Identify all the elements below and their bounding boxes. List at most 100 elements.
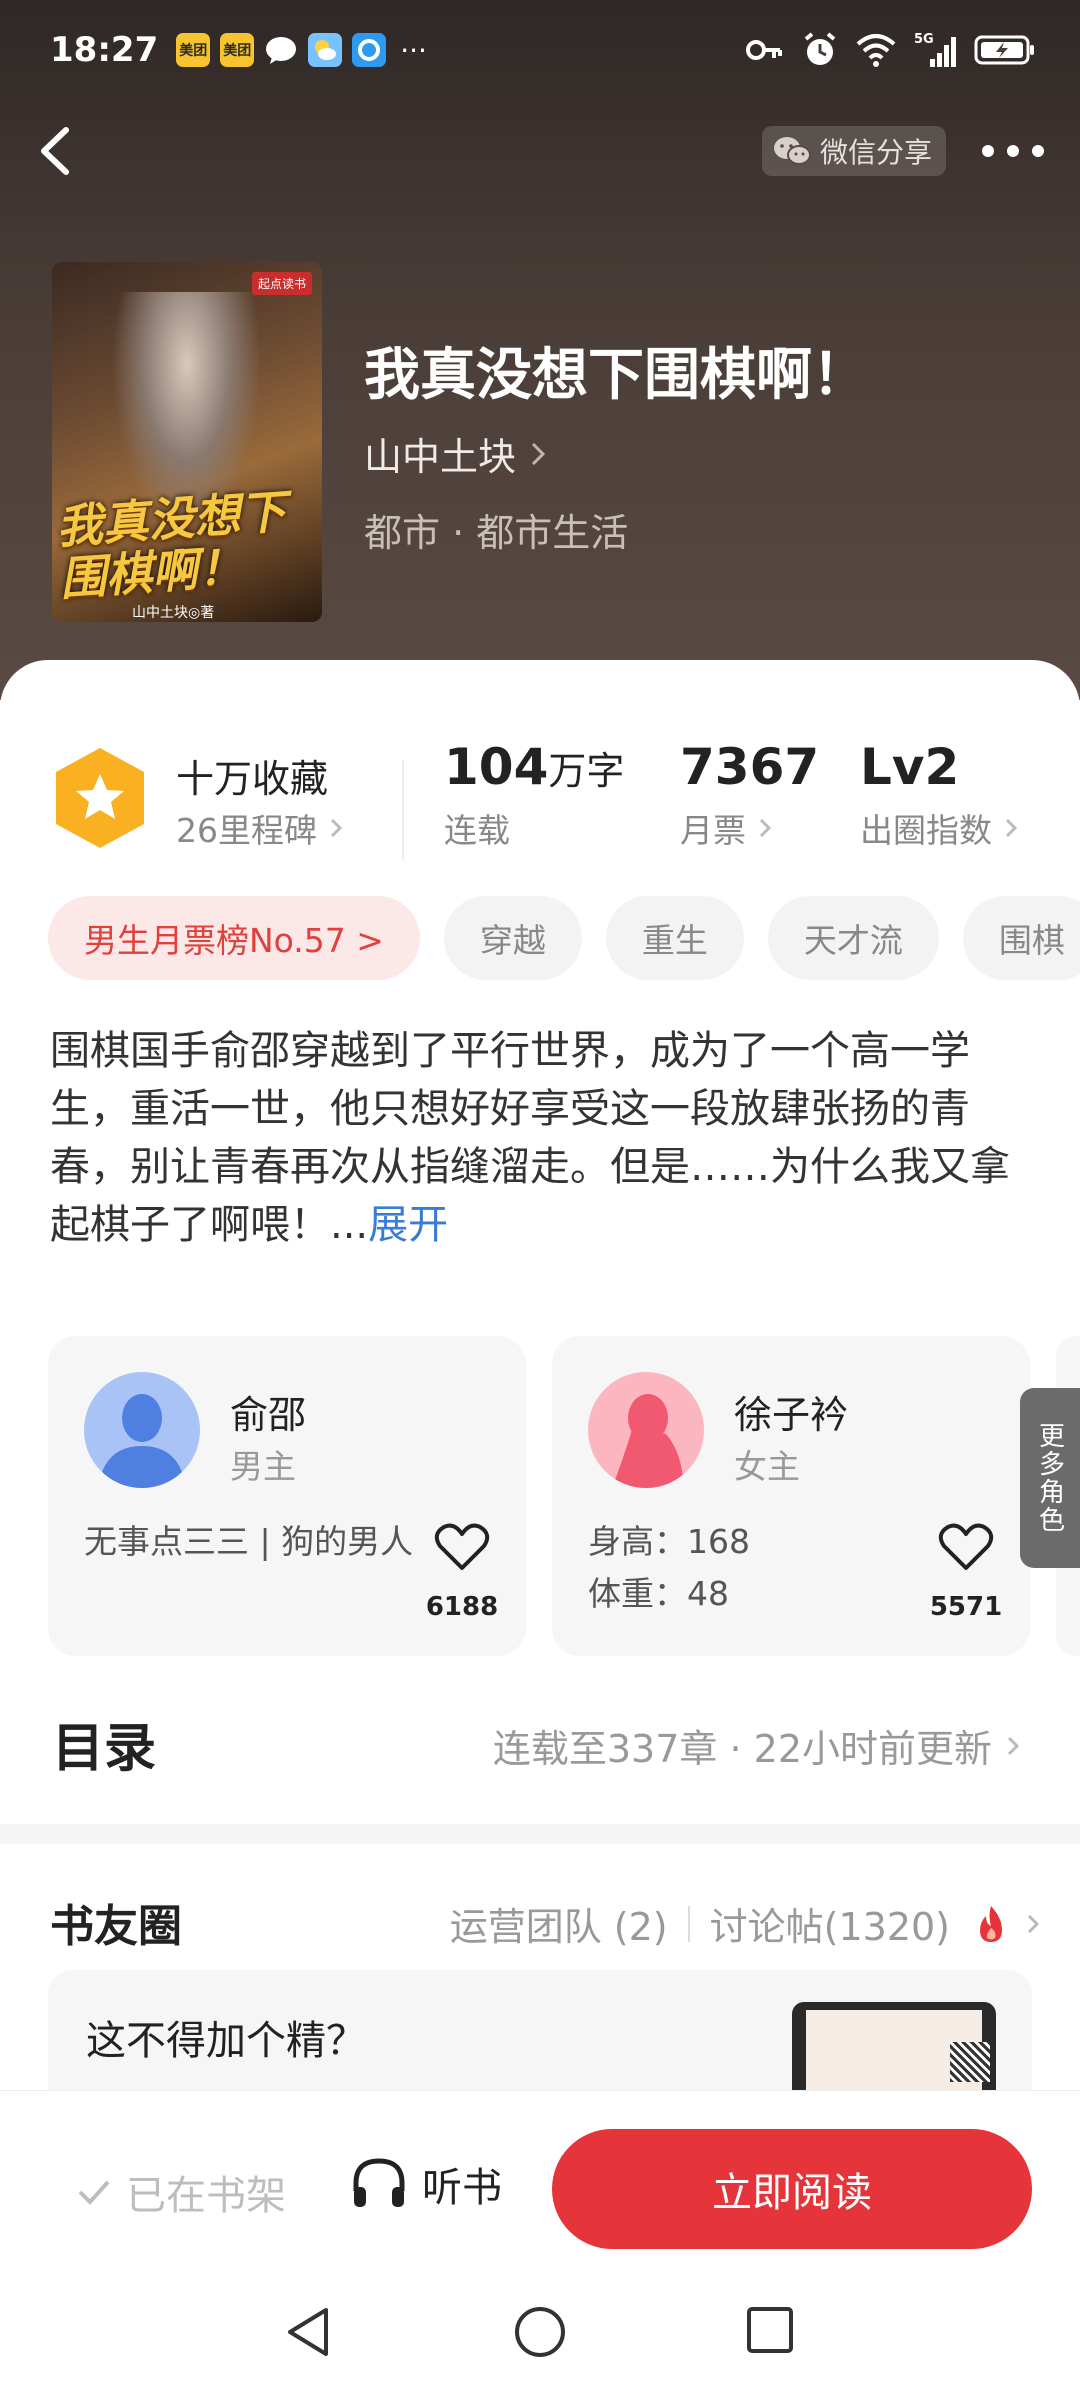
wifi-icon (856, 34, 896, 67)
character-role: 男主 (230, 1447, 296, 1486)
book-circle-header[interactable]: 书友圈 运营团队 (2) 讨论帖(1320) (0, 1890, 1080, 1970)
key-icon (746, 40, 782, 60)
more-characters-button[interactable]: 更多角色 (1020, 1388, 1080, 1568)
back-arrow-icon[interactable] (30, 118, 86, 184)
book-genre: 都市 · 都市生活 (364, 511, 629, 555)
wechat-share-label: 微信分享 (820, 136, 933, 169)
character-card[interactable]: 俞邵 男主 无事点三三 | 狗的男人 6188 (48, 1336, 526, 1656)
tag-chip[interactable]: 重生 (605, 896, 744, 980)
home-circle-icon[interactable] (512, 2304, 568, 2360)
stats-divider (402, 760, 404, 860)
tag-chip[interactable]: 围棋 (962, 896, 1080, 980)
tag-chip[interactable]: 天才流 (767, 896, 939, 980)
status-bar: 18:27 美团 美团 ··· 5G (0, 0, 1080, 100)
status-right: 5G (744, 30, 1036, 70)
rank-tag[interactable]: 男生月票榜No.57 > (48, 896, 420, 980)
status-time: 18:27 (50, 30, 159, 70)
meituan-icon: 美团 (176, 33, 211, 67)
wechat-share-button[interactable]: 微信分享 (762, 126, 946, 176)
chevron-right-icon (759, 818, 772, 838)
on-shelf-button[interactable]: 已在书架 (76, 2163, 286, 2221)
like-count: 6188 (425, 1592, 499, 1622)
milestone-badge-icon (56, 748, 144, 848)
back-triangle-icon[interactable] (282, 2304, 334, 2360)
popularity-index-label: 出圈指数 (860, 811, 992, 850)
character-name: 徐子衿 (734, 1393, 849, 1437)
like-count: 5571 (929, 1592, 1003, 1622)
expand-link[interactable]: 展开 (368, 1202, 448, 1248)
character-avatar (84, 1372, 200, 1488)
on-shelf-label: 已在书架 (126, 2173, 286, 2219)
bottom-action-bar: 已在书架 听书 立即阅读 (0, 2090, 1080, 2260)
book-header: 18:27 美团 美团 ··· 5G 微信分享 起点读书 我真没想下围棋啊！ 山… (0, 0, 1080, 700)
heart-icon[interactable] (938, 1522, 994, 1572)
toc-update-info: 连载至337章 · 22小时前更新 (493, 1718, 1020, 1773)
chevron-right-icon (1007, 1736, 1020, 1755)
popularity-level: Lv2 (860, 738, 960, 796)
listen-button[interactable]: 听书 (350, 2155, 502, 2213)
svg-text:5G: 5G (914, 32, 934, 47)
weather-icon (308, 33, 343, 67)
read-now-button[interactable]: 立即阅读 (552, 2129, 1032, 2249)
book-title: 我真没想下围棋啊！ (364, 343, 868, 408)
meituan-icon: 美团 (220, 33, 255, 67)
post-title: 这不得加个精？ (86, 2018, 366, 2064)
cover-subtitle: 山中土块◎著 (132, 605, 215, 621)
cover-title: 我真没想下围棋啊！ (54, 484, 288, 606)
character-card[interactable]: 徐子衿 女主 身高：168 体重：48 5571 (552, 1336, 1030, 1656)
message-icon (264, 33, 298, 67)
monthly-tickets-link[interactable]: 月票 (680, 804, 772, 852)
monthly-tickets-number: 7367 (680, 738, 820, 796)
recents-square-icon[interactable] (744, 2304, 796, 2356)
section-divider (0, 1824, 1080, 1844)
word-count-number: 104 (444, 738, 549, 796)
discussion-count: 讨论帖(1320) (709, 1905, 950, 1949)
more-notifications-icon: ··· (400, 33, 427, 67)
check-icon (78, 2180, 110, 2205)
chevron-right-icon (1027, 1914, 1040, 1933)
book-circle-title: 书友圈 (50, 1901, 182, 1952)
book-circle-meta: 运营团队 (2) 讨论帖(1320) (450, 1896, 1040, 1951)
author-name: 山中土块 (364, 435, 517, 479)
meta-separator (687, 1905, 690, 1942)
serial-status: 连载 (444, 811, 510, 850)
favorites-title: 十万收藏 (176, 757, 329, 801)
listen-label: 听书 (422, 2165, 502, 2211)
tag-list: 男生月票榜No.57 > 穿越 重生 天才流 围棋 (48, 896, 1080, 980)
popularity-index-link[interactable]: 出圈指数 (860, 804, 1018, 852)
milestone-label: 26里程碑 (176, 811, 317, 850)
milestone-link[interactable]: 26里程碑 (176, 804, 343, 852)
author-link[interactable]: 山中土块 (364, 426, 548, 481)
alarm-icon (804, 32, 836, 65)
book-cover[interactable]: 起点读书 我真没想下围棋啊！ 山中土块◎著 (52, 262, 322, 622)
browser-icon (352, 33, 387, 67)
book-detail-sheet: 十万收藏 26里程碑 104万字 连载 7367 月票 Lv2 出圈指数 男生月… (0, 660, 1080, 2170)
book-description[interactable]: 围棋国手俞邵穿越到了平行世界，成为了一个高一学生，重活一世，他只想好好享受这一段… (50, 1022, 1040, 1254)
headphones-icon (353, 2158, 405, 2207)
system-navigation-bar (0, 2260, 1080, 2400)
toc-meta-text: 连载至337章 · 22小时前更新 (492, 1727, 992, 1771)
word-count: 104万字 (444, 738, 624, 796)
wechat-icon (774, 137, 811, 165)
battery-icon (974, 35, 1034, 65)
character-info: 无事点三三 | 狗的男人 (84, 1522, 414, 1561)
character-info: 身高：168 体重：48 (588, 1522, 750, 1613)
more-options-icon[interactable] (980, 140, 1046, 162)
stats-row: 十万收藏 26里程碑 104万字 连载 7367 月票 Lv2 出圈指数 (0, 720, 1080, 860)
character-avatar (588, 1372, 704, 1488)
toc-title: 目录 (52, 1719, 157, 1779)
chevron-right-icon (330, 818, 343, 838)
monthly-tickets-label: 月票 (680, 811, 746, 850)
character-list: 俞邵 男主 无事点三三 | 狗的男人 6188 徐子衿 女主 身高：168 体重… (48, 1336, 1080, 1656)
word-count-unit: 万字 (548, 749, 625, 793)
description-text: 围棋国手俞邵穿越到了平行世界，成为了一个高一学生，重活一世，他只想好好享受这一段… (50, 1028, 1010, 1248)
fire-icon (980, 1905, 1002, 1942)
character-name: 俞邵 (230, 1393, 307, 1437)
chevron-right-icon (531, 442, 546, 465)
heart-icon[interactable] (434, 1522, 490, 1572)
character-role: 女主 (734, 1447, 800, 1486)
tag-chip[interactable]: 穿越 (443, 896, 582, 980)
ops-team-count: 运营团队 (2) (449, 1905, 668, 1949)
table-of-contents-row[interactable]: 目录 连载至337章 · 22小时前更新 (0, 1696, 1080, 1786)
chevron-right-icon (1005, 818, 1018, 838)
